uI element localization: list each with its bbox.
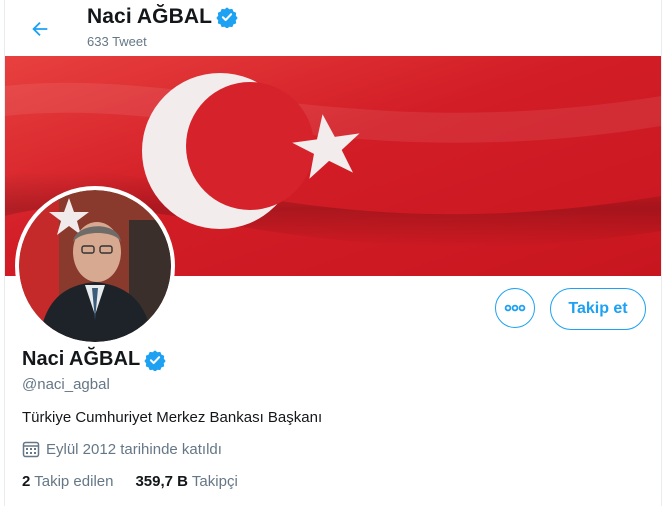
following-link[interactable]: 2 Takip edilen — [22, 473, 113, 490]
top-bar: Naci AĞBAL 633 Tweet — [5, 0, 661, 56]
join-date: Eylül 2012 tarihinde katıldı — [22, 440, 222, 458]
back-button[interactable] — [23, 12, 57, 46]
following-count: 2 — [22, 473, 31, 490]
follow-stats: 2 Takip edilen 359,7 B Takipçi — [22, 473, 260, 490]
profile-page: Naci AĞBAL 633 Tweet Takip et Naci AĞBAL… — [4, 0, 662, 506]
header-name: Naci AĞBAL — [87, 5, 213, 28]
followers-label: Takipçi — [191, 473, 238, 490]
arrow-left-icon — [32, 21, 48, 37]
calendar-icon — [22, 441, 40, 458]
more-options-button[interactable] — [495, 288, 535, 328]
avatar-photo — [19, 190, 171, 342]
profile-avatar[interactable] — [19, 190, 171, 342]
followers-count: 359,7 B — [135, 473, 189, 490]
profile-name-text: Naci AĞBAL — [22, 348, 141, 370]
header-title: Naci AĞBAL — [87, 5, 238, 29]
verified-badge-icon — [216, 7, 238, 28]
followers-link[interactable]: 359,7 B Takipçi — [135, 473, 237, 490]
tweet-count: 633 Tweet — [87, 34, 147, 49]
join-date-text: Eylül 2012 tarihinde katıldı — [46, 440, 222, 458]
more-horizontal-icon — [504, 304, 526, 312]
profile-bio: Türkiye Cumhuriyet Merkez Bankası Başkan… — [22, 409, 323, 426]
following-label: Takip edilen — [34, 473, 114, 490]
profile-name: Naci AĞBAL — [22, 348, 166, 371]
verified-badge-icon — [144, 349, 166, 371]
follow-button[interactable]: Takip et — [550, 288, 646, 330]
profile-handle: @naci_agbal — [22, 376, 110, 393]
